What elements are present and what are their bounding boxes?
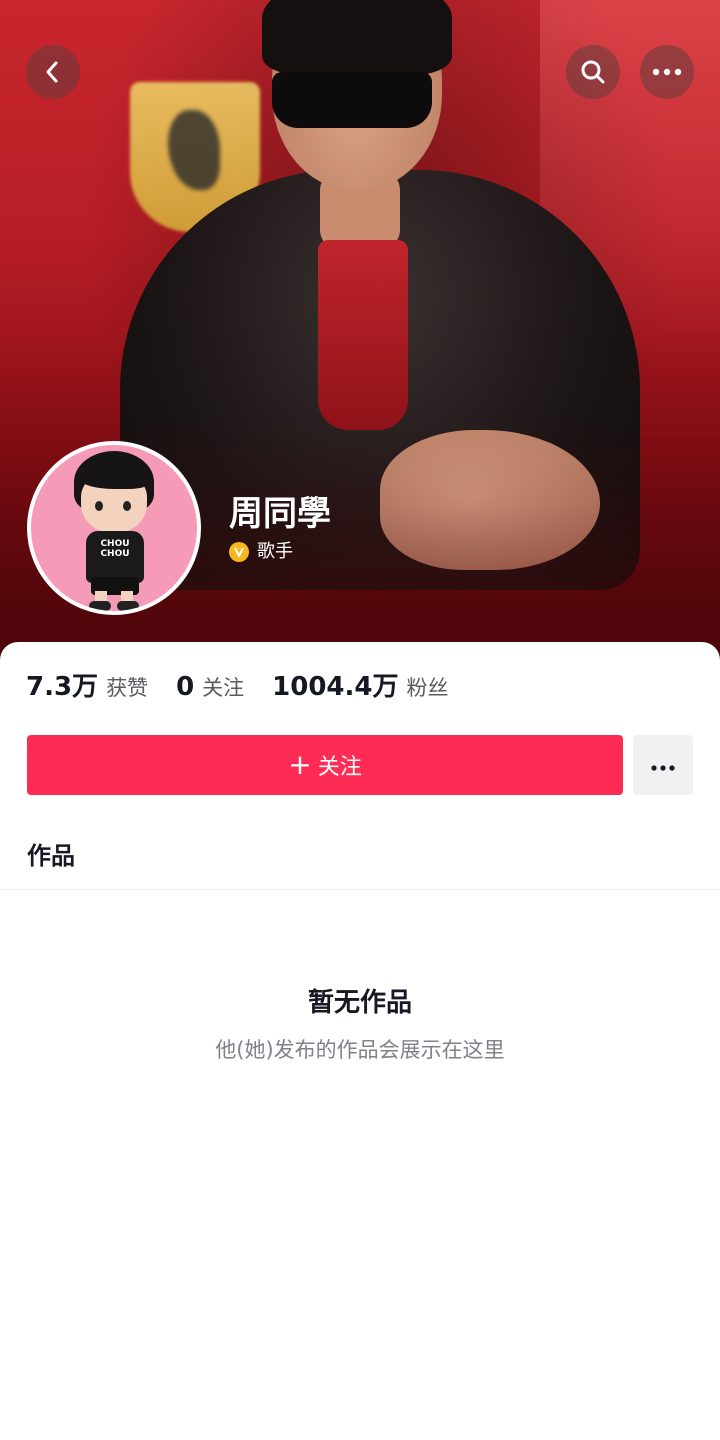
verification-label: 歌手 bbox=[257, 541, 293, 562]
verified-v-icon bbox=[229, 542, 249, 562]
stat-value: 1004.4万 bbox=[272, 672, 399, 702]
empty-state-subtitle: 他(她)发布的作品会展示在这里 bbox=[215, 1038, 505, 1062]
more-horizontal-icon bbox=[652, 68, 682, 76]
avatar-shoe bbox=[117, 601, 139, 611]
verification-badge: 歌手 bbox=[229, 540, 293, 564]
person-hair bbox=[262, 0, 452, 75]
avatar[interactable]: CHOU CHOU bbox=[27, 441, 201, 615]
search-button[interactable] bbox=[566, 45, 620, 99]
stat-likes[interactable]: 7.3万 获赞 bbox=[26, 666, 148, 703]
empty-state-title: 暂无作品 bbox=[307, 988, 412, 1018]
follow-button[interactable]: + 关注 bbox=[27, 735, 623, 795]
chevron-left-icon bbox=[40, 59, 66, 85]
tab-divider bbox=[0, 889, 720, 890]
stat-label: 获赞 bbox=[106, 676, 149, 700]
stats-row: 7.3万 获赞 0 关注 1004.4万 粉丝 bbox=[26, 666, 477, 706]
avatar-shirt-text: CHOU CHOU bbox=[100, 539, 130, 559]
tab-works[interactable]: 作品 bbox=[27, 838, 75, 874]
more-options-button[interactable] bbox=[640, 45, 694, 99]
follow-button-label: 关注 bbox=[317, 755, 362, 780]
search-icon bbox=[579, 58, 607, 86]
stat-label: 粉丝 bbox=[406, 676, 449, 700]
stat-following[interactable]: 0 关注 bbox=[176, 672, 244, 702]
profile-name: 周同學 bbox=[229, 494, 331, 534]
more-horizontal-icon bbox=[651, 756, 675, 775]
person-shirt bbox=[318, 240, 408, 430]
more-actions-button[interactable] bbox=[633, 735, 693, 795]
avatar-shoe bbox=[89, 601, 111, 611]
stat-followers[interactable]: 1004.4万 粉丝 bbox=[272, 666, 448, 703]
person-sunglasses bbox=[272, 72, 432, 128]
stat-value: 0 bbox=[176, 672, 195, 702]
back-button[interactable] bbox=[26, 45, 80, 99]
plus-icon: + bbox=[288, 748, 312, 781]
stat-value: 7.3万 bbox=[26, 672, 99, 702]
stat-label: 关注 bbox=[202, 676, 245, 700]
avatar-eye bbox=[95, 501, 103, 511]
avatar-eye bbox=[123, 501, 131, 511]
